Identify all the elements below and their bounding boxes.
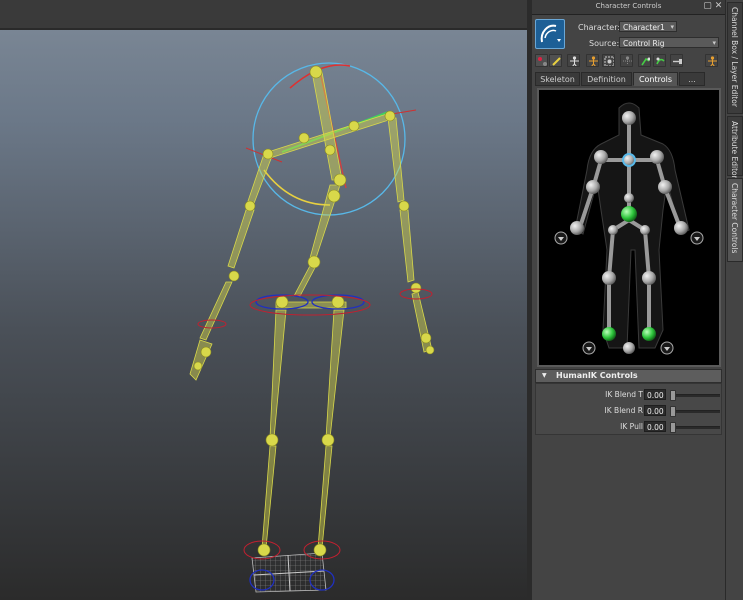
release-pin-icon[interactable]: [670, 54, 683, 67]
ik-blend-r-row: IK Blend R 0.00: [536, 404, 723, 418]
skeleton-bones[interactable]: [189, 71, 433, 549]
ik-blend-t-handle[interactable]: [670, 390, 676, 401]
side-tab-character-controls[interactable]: Character Controls: [727, 178, 743, 262]
tab-more[interactable]: ...: [679, 72, 705, 86]
body-silhouette: [574, 102, 690, 349]
humanik-controls-body: IK Blend T 0.00 IK Blend R 0.00 IK Pull …: [535, 383, 722, 435]
select-all-icon[interactable]: [535, 54, 548, 67]
pencil-icon[interactable]: [549, 54, 562, 67]
float-window-icon[interactable]: ▢: [702, 1, 713, 12]
floor-contact-effector[interactable]: [623, 342, 635, 354]
source-dropdown-value: Control Rig: [623, 39, 665, 48]
right-shoulder-effector[interactable]: [650, 150, 664, 164]
character-rig[interactable]: [0, 30, 527, 600]
right-wrist-effector[interactable]: [674, 221, 688, 235]
ik-pull-row: IK Pull 0.00: [536, 420, 723, 434]
side-tab-label: Channel Box / Layer Editor: [730, 7, 739, 107]
body-part-icon[interactable]: [620, 54, 633, 67]
side-tab-strip: Channel Box / Layer Editor Attribute Edi…: [725, 0, 743, 600]
ik-blend-r-field[interactable]: 0.00: [644, 405, 666, 416]
side-tab-attribute-editor[interactable]: Attribute Editor: [727, 116, 743, 179]
humanik-controls-header[interactable]: ▼ HumanIK Controls: [535, 369, 722, 383]
left-ankle-effector[interactable]: [602, 327, 616, 341]
head-effector[interactable]: [622, 111, 636, 125]
tab-controls[interactable]: Controls: [633, 72, 678, 86]
ik-pull-slider[interactable]: [670, 426, 720, 429]
ik-pull-label: IK Pull: [620, 422, 643, 431]
body-part-icon[interactable]: [586, 54, 599, 67]
tab-skeleton[interactable]: Skeleton: [535, 72, 580, 86]
right-elbow-effector[interactable]: [658, 180, 672, 194]
controls-tabs: Skeleton Definition Controls ...: [535, 72, 725, 86]
pin-rotation-icon[interactable]: [653, 54, 666, 67]
ik-pull-field[interactable]: 0.00: [644, 421, 666, 432]
right-hip-effector[interactable]: [640, 225, 650, 235]
close-icon[interactable]: ✕: [713, 1, 724, 12]
chevron-down-icon: ▾: [670, 23, 674, 31]
panel-title: Character Controls: [595, 2, 662, 10]
character-label: Character:: [578, 23, 621, 32]
left-hip-effector[interactable]: [608, 225, 618, 235]
left-shoulder-effector[interactable]: [594, 150, 608, 164]
controls-toolbar: [535, 54, 725, 69]
character-figure[interactable]: [539, 90, 719, 365]
right-knee-effector[interactable]: [642, 271, 656, 285]
side-tab-channel-box[interactable]: Channel Box / Layer Editor: [727, 2, 743, 114]
right-ankle-effector[interactable]: [642, 327, 656, 341]
side-tab-label: Attribute Editor: [730, 121, 739, 179]
effector-rings[interactable]: [197, 288, 433, 591]
ik-blend-r-label: IK Blend R: [604, 406, 643, 415]
humanik-controls-title: HumanIK Controls: [556, 371, 638, 380]
humanik-logo-icon[interactable]: [535, 19, 565, 49]
chest-effector[interactable]: [622, 153, 636, 167]
ik-blend-r-handle[interactable]: [670, 406, 676, 417]
selection-icon[interactable]: [602, 54, 615, 67]
chevron-down-icon: ▾: [712, 39, 716, 47]
head-arc-yellow: [263, 169, 331, 206]
tab-definition[interactable]: Definition: [581, 72, 632, 86]
side-tab-label: Character Controls: [730, 183, 739, 254]
panel-titlebar: Character Controls ▢ ✕: [532, 0, 725, 15]
left-wrist-effector[interactable]: [570, 221, 584, 235]
ik-blend-t-field[interactable]: 0.00: [644, 389, 666, 400]
pin-translation-icon[interactable]: [638, 54, 651, 67]
source-label: Source:: [589, 39, 620, 48]
left-elbow-effector[interactable]: [586, 180, 600, 194]
ik-blend-r-slider[interactable]: [670, 410, 720, 413]
spine-effector[interactable]: [624, 193, 634, 203]
left-knee-effector[interactable]: [602, 271, 616, 285]
ik-blend-t-label: IK Blend T: [605, 390, 643, 399]
character-dropdown[interactable]: Character1 ▾: [619, 21, 677, 32]
character-dropdown-value: Character1: [623, 23, 665, 32]
character-controls-panel: Character Controls ▢ ✕ Character: Charac…: [532, 0, 725, 600]
hips-effector[interactable]: [621, 206, 637, 222]
ik-blend-t-row: IK Blend T 0.00: [536, 388, 723, 402]
ik-blend-t-slider[interactable]: [670, 394, 720, 397]
collapse-arrow-icon: ▼: [542, 372, 547, 379]
character-figure-frame: [537, 88, 721, 367]
source-dropdown[interactable]: Control Rig ▾: [619, 37, 719, 48]
key-icon[interactable]: [705, 54, 718, 67]
ik-pull-handle[interactable]: [670, 422, 676, 433]
full-body-icon[interactable]: [567, 54, 580, 67]
viewport-toolbar: [0, 0, 527, 30]
viewport-3d[interactable]: [0, 0, 527, 600]
